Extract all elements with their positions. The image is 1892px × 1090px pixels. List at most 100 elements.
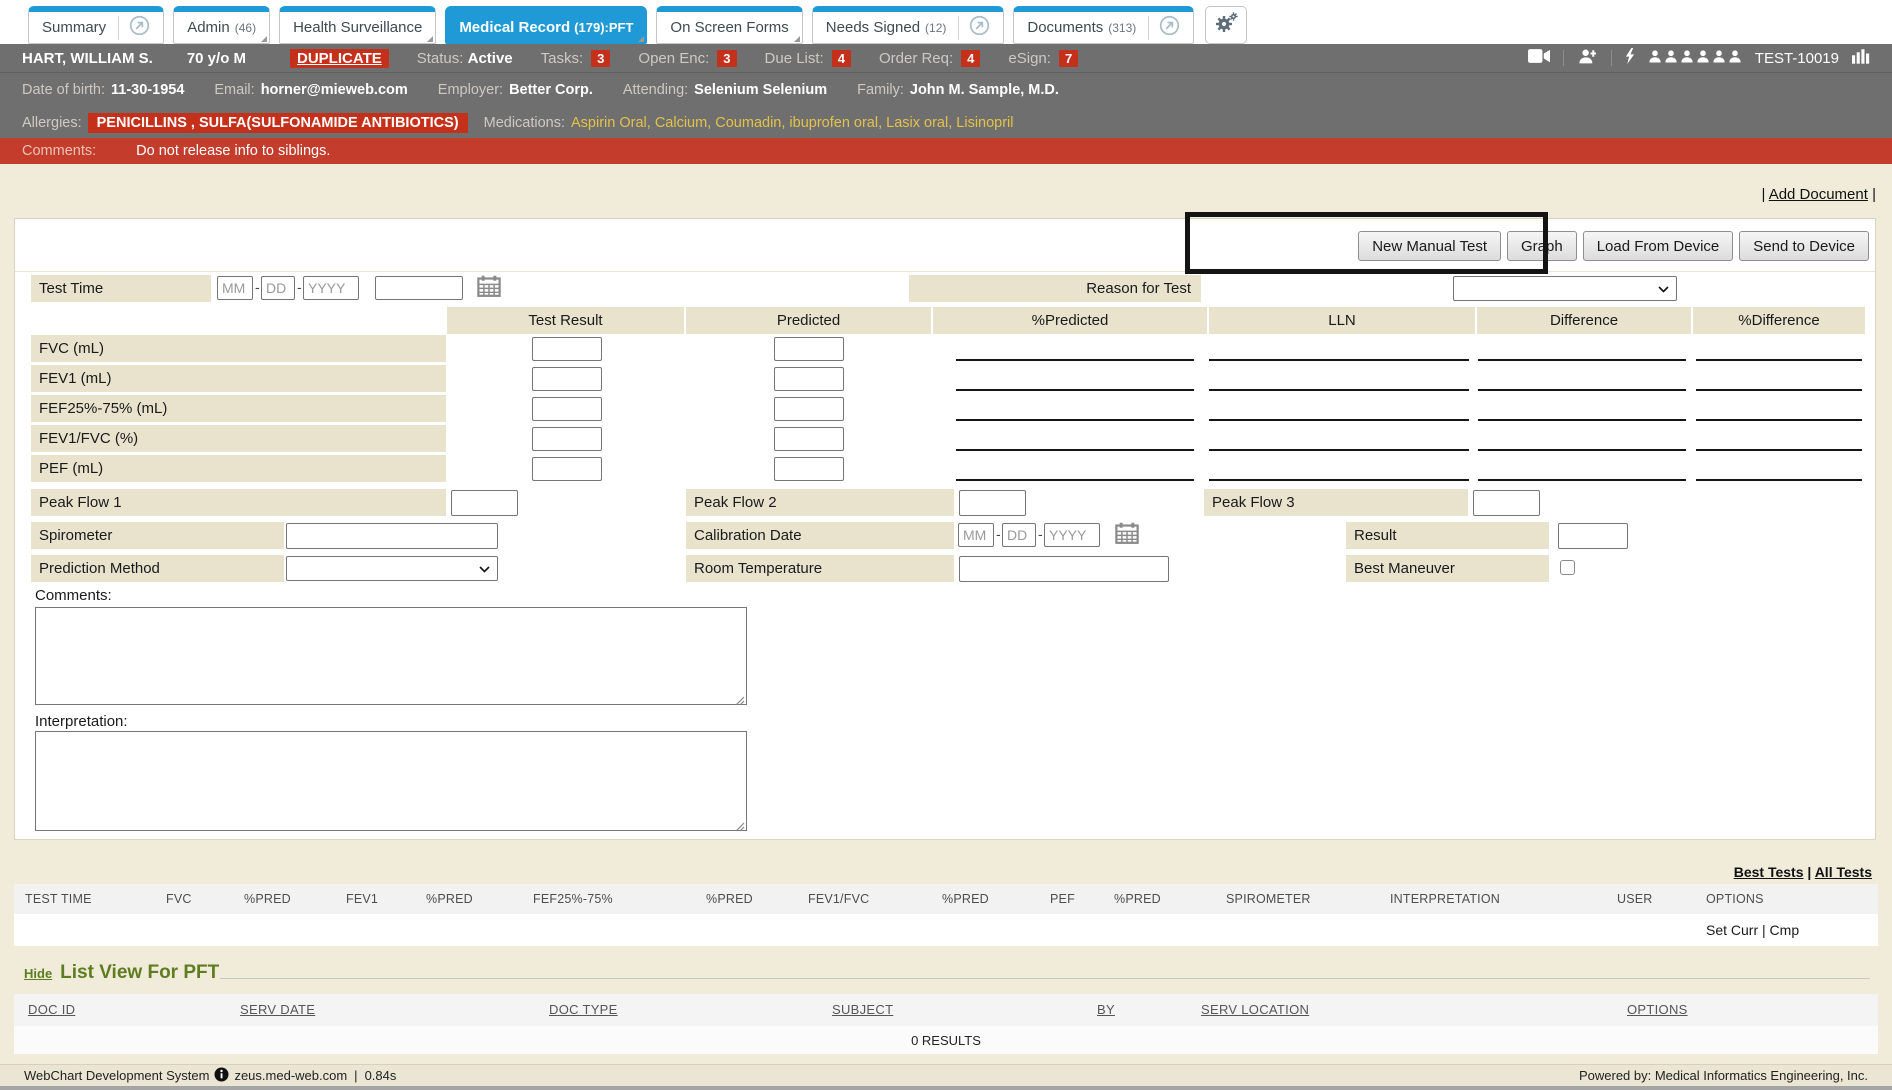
fvc-percent-predicted-line bbox=[956, 359, 1194, 361]
due-list-count-badge[interactable]: 4 bbox=[832, 50, 851, 67]
interpretation-textarea[interactable] bbox=[35, 731, 747, 831]
fev1-test-result-input[interactable] bbox=[532, 367, 602, 391]
spirometer-input[interactable] bbox=[286, 523, 498, 549]
comments-label: Comments: bbox=[35, 587, 112, 604]
fev1-fvc-percent-difference-line bbox=[1696, 449, 1862, 451]
list-col-options[interactable]: OPTIONS bbox=[1627, 994, 1688, 1026]
fvc-difference-line bbox=[1478, 359, 1686, 361]
tab-health-surveillance[interactable]: Health Surveillance bbox=[279, 6, 436, 44]
tab-label: Summary bbox=[42, 19, 106, 36]
order-req-label: Order Req: bbox=[879, 50, 953, 67]
fef25-75-predicted-input[interactable] bbox=[774, 397, 844, 421]
tab-needs-signed[interactable]: Needs Signed (12) bbox=[812, 6, 1005, 44]
best-maneuver-checkbox[interactable] bbox=[1560, 560, 1575, 575]
test-time-month-input[interactable] bbox=[217, 276, 253, 300]
fvc-predicted-input[interactable] bbox=[774, 337, 844, 361]
tab-fold bbox=[638, 36, 644, 42]
open-new-window-icon[interactable] bbox=[969, 15, 990, 40]
list-col-subject[interactable]: SUBJECT bbox=[832, 994, 893, 1026]
medication: Aspirin Oral bbox=[571, 115, 655, 131]
open-enc-count-badge[interactable]: 3 bbox=[717, 50, 736, 67]
render-time: 0.84s bbox=[365, 1068, 397, 1083]
calibration-day-input[interactable] bbox=[1002, 523, 1036, 547]
tab-documents[interactable]: Documents (313) bbox=[1013, 6, 1194, 44]
column-header-lln: LLN bbox=[1209, 307, 1475, 334]
open-new-window-icon[interactable] bbox=[129, 15, 150, 40]
results-col-pred-4: %PRED bbox=[942, 884, 989, 914]
pft-toolbar: New Manual Test Graph Load From Device S… bbox=[1358, 231, 1869, 261]
tasks-count-badge[interactable]: 3 bbox=[591, 50, 610, 67]
best-tests-link[interactable]: Best Tests bbox=[1734, 864, 1804, 880]
list-col-by[interactable]: BY bbox=[1097, 994, 1115, 1026]
fev1-lln-line bbox=[1209, 389, 1469, 391]
all-tests-link[interactable]: All Tests bbox=[1815, 864, 1872, 880]
list-col-doc-type[interactable]: DOC TYPE bbox=[549, 994, 618, 1026]
tab-on-screen-forms[interactable]: On Screen Forms bbox=[656, 6, 802, 44]
open-new-window-icon[interactable] bbox=[1159, 15, 1180, 40]
employer-value: Better Corp. bbox=[509, 82, 593, 98]
tab-label: Documents bbox=[1027, 19, 1103, 36]
comments-textarea[interactable] bbox=[35, 607, 747, 705]
calendar-icon[interactable] bbox=[477, 275, 501, 297]
order-req-count-badge[interactable]: 4 bbox=[961, 50, 980, 67]
chart-icon[interactable] bbox=[1852, 49, 1870, 68]
fev1-predicted-input[interactable] bbox=[774, 367, 844, 391]
peak-flow-2-input[interactable] bbox=[959, 490, 1026, 516]
result-input[interactable] bbox=[1558, 523, 1628, 549]
hide-link[interactable]: Hide bbox=[24, 966, 52, 981]
add-user-icon[interactable] bbox=[1577, 49, 1598, 68]
set-curr-cmp-links[interactable]: Set Curr | Cmp bbox=[1706, 914, 1799, 946]
pef-predicted-input[interactable] bbox=[774, 457, 844, 481]
video-camera-icon[interactable] bbox=[1528, 49, 1550, 67]
test-time-year-input[interactable] bbox=[303, 276, 359, 300]
date-separator bbox=[255, 279, 260, 295]
due-list-label: Due List: bbox=[765, 50, 824, 67]
reason-for-test-select[interactable] bbox=[1453, 276, 1677, 301]
settings-button[interactable] bbox=[1205, 6, 1247, 44]
tab-summary[interactable]: Summary bbox=[28, 6, 164, 44]
esign-count-badge[interactable]: 7 bbox=[1059, 50, 1078, 67]
tab-admin[interactable]: Admin (46) bbox=[173, 6, 270, 44]
test-time-time-input[interactable] bbox=[375, 276, 463, 300]
peak-flow-1-input[interactable] bbox=[451, 490, 518, 516]
calibration-month-input[interactable] bbox=[958, 523, 994, 547]
prediction-method-select[interactable] bbox=[286, 556, 498, 581]
duplicate-badge[interactable]: DUPLICATE bbox=[290, 49, 389, 68]
fev1-fvc-predicted-input[interactable] bbox=[774, 427, 844, 451]
fef25-75-test-result-input[interactable] bbox=[532, 397, 602, 421]
tab-medical-record[interactable]: Medical Record (179):PFT bbox=[445, 6, 647, 44]
fev1-fvc-test-result-input[interactable] bbox=[532, 427, 602, 451]
lightning-icon[interactable] bbox=[1625, 48, 1635, 68]
test-view-links: Best Tests All Tests bbox=[1734, 864, 1872, 880]
date-separator bbox=[1038, 526, 1043, 542]
calendar-icon[interactable] bbox=[1115, 522, 1139, 544]
list-col-serv-location[interactable]: SERV LOCATION bbox=[1201, 994, 1309, 1026]
peak-flow-3-input[interactable] bbox=[1473, 490, 1540, 516]
test-time-day-input[interactable] bbox=[261, 276, 295, 300]
tab-label: Admin bbox=[187, 19, 230, 36]
tab-bar: Summary Admin (46) Health Surveillance M… bbox=[0, 0, 1892, 44]
pef-test-result-input[interactable] bbox=[532, 457, 602, 481]
interpretation-label: Interpretation: bbox=[35, 713, 128, 730]
graph-button[interactable]: Graph bbox=[1507, 231, 1577, 261]
load-from-device-button[interactable]: Load From Device bbox=[1583, 231, 1734, 261]
list-col-serv-date[interactable]: SERV DATE bbox=[240, 994, 315, 1026]
results-col-options: OPTIONS bbox=[1706, 884, 1764, 914]
calibration-year-input[interactable] bbox=[1044, 523, 1100, 547]
user-icon bbox=[1696, 50, 1710, 67]
add-document-link[interactable]: Add Document bbox=[1769, 186, 1868, 203]
date-separator bbox=[297, 279, 302, 295]
results-table-row: Set Curr | Cmp bbox=[14, 914, 1878, 946]
room-temperature-input[interactable] bbox=[959, 556, 1169, 582]
tab-label: Health Surveillance bbox=[293, 19, 422, 36]
list-col-doc-id[interactable]: DOC ID bbox=[28, 994, 75, 1026]
fev1-percent-difference-line bbox=[1696, 389, 1862, 391]
new-manual-test-button[interactable]: New Manual Test bbox=[1358, 231, 1501, 261]
user-icon bbox=[1664, 50, 1678, 67]
active-users-icons bbox=[1648, 50, 1742, 67]
esign-label: eSign: bbox=[1008, 50, 1051, 67]
send-to-device-button[interactable]: Send to Device bbox=[1739, 231, 1869, 261]
patient-name: HART, WILLIAM S. bbox=[22, 50, 153, 67]
pft-form-panel: New Manual Test Graph Load From Device S… bbox=[14, 218, 1876, 840]
fvc-test-result-input[interactable] bbox=[532, 337, 602, 361]
